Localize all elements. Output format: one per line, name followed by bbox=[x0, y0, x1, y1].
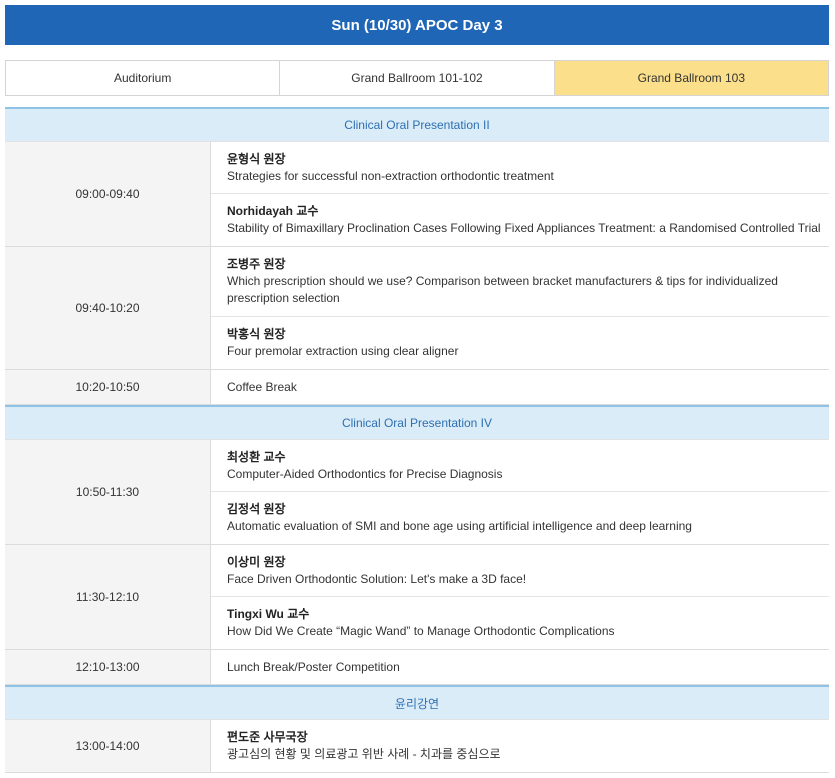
break-label: Coffee Break bbox=[227, 380, 297, 394]
speaker-name: Tingxi Wu 교수 bbox=[227, 607, 310, 621]
time-block: 13:00-14:00 편도준 사무국장 광고심의 현황 및 의료광고 위반 사… bbox=[5, 720, 829, 773]
talk-item: 조병주 원장 Which prescription should we use?… bbox=[211, 247, 829, 317]
time-slot: 12:10-13:00 bbox=[5, 650, 211, 684]
talk-title: Which prescription should we use? Compar… bbox=[227, 274, 778, 305]
time-block: 11:30-12:10 이상미 원장 Face Driven Orthodont… bbox=[5, 545, 829, 650]
time-slot: 13:00-14:00 bbox=[5, 720, 211, 772]
talk-item: Tingxi Wu 교수 How Did We Create “Magic Wa… bbox=[211, 597, 829, 649]
speaker-name: 편도준 사무국장 bbox=[227, 730, 308, 744]
session-header: Clinical Oral Presentation II bbox=[5, 107, 829, 142]
speaker-name: Norhidayah 교수 bbox=[227, 204, 319, 218]
time-slot: 09:40-10:20 bbox=[5, 247, 211, 369]
break-block: 10:20-10:50 Coffee Break bbox=[5, 370, 829, 405]
schedule-table: Clinical Oral Presentation II 09:00-09:4… bbox=[5, 107, 829, 773]
speaker-name: 조병주 원장 bbox=[227, 257, 286, 271]
time-block: 10:50-11:30 최성환 교수 Computer-Aided Orthod… bbox=[5, 440, 829, 545]
talk-item: 이상미 원장 Face Driven Orthodontic Solution:… bbox=[211, 545, 829, 597]
room-tabs: Auditorium Grand Ballroom 101-102 Grand … bbox=[5, 60, 829, 96]
day-title: Sun (10/30) APOC Day 3 bbox=[331, 16, 503, 34]
speaker-name: 김정석 원장 bbox=[227, 502, 286, 516]
speaker-name: 윤형식 원장 bbox=[227, 151, 286, 166]
talk-item: 최성환 교수 Computer-Aided Orthodontics for P… bbox=[211, 440, 829, 492]
talk-item: 김정석 원장 Automatic evaluation of SMI and b… bbox=[211, 492, 829, 544]
talk-item: 편도준 사무국장 광고심의 현황 및 의료광고 위반 사례 - 치과를 중심으로 bbox=[211, 720, 829, 772]
talk-title: Stability of Bimaxillary Proclination Ca… bbox=[227, 221, 821, 235]
tab-grand-ballroom-101-102[interactable]: Grand Ballroom 101-102 bbox=[280, 61, 555, 95]
day-header: Sun (10/30) APOC Day 3 bbox=[5, 5, 829, 45]
talk-item: Norhidayah 교수 Stability of Bimaxillary P… bbox=[211, 194, 829, 246]
talk-title: Face Driven Orthodontic Solution: Let's … bbox=[227, 571, 527, 586]
time-block: 09:40-10:20 조병주 원장 Which prescription sh… bbox=[5, 247, 829, 370]
talk-title: Strategies for successful non-extraction… bbox=[227, 168, 554, 183]
talk-item: 박홍식 원장 Four premolar extraction using cl… bbox=[211, 317, 829, 369]
time-block: 09:00-09:40 윤형식 원장 Strategies for succes… bbox=[5, 142, 829, 247]
time-slot: 11:30-12:10 bbox=[5, 545, 211, 649]
talk-title: How Did We Create “Magic Wand” to Manage… bbox=[227, 624, 615, 638]
tab-auditorium[interactable]: Auditorium bbox=[6, 61, 281, 95]
talk-title: Four premolar extraction using clear ali… bbox=[227, 344, 459, 358]
talk-item: 윤형식 원장 Strategies for successful non-ext… bbox=[211, 142, 829, 194]
session-header: 윤리강연 bbox=[5, 685, 829, 720]
talk-title: 광고심의 현황 및 의료광고 위반 사례 - 치과를 중심으로 bbox=[227, 747, 501, 761]
break-label: Lunch Break/Poster Competition bbox=[227, 660, 400, 674]
session-header: Clinical Oral Presentation IV bbox=[5, 405, 829, 440]
speaker-name: 이상미 원장 bbox=[227, 554, 286, 569]
time-slot: 09:00-09:40 bbox=[5, 142, 211, 246]
time-slot: 10:20-10:50 bbox=[5, 370, 211, 404]
time-slot: 10:50-11:30 bbox=[5, 440, 211, 544]
talk-title: Automatic evaluation of SMI and bone age… bbox=[227, 519, 692, 533]
break-block: 12:10-13:00 Lunch Break/Poster Competiti… bbox=[5, 650, 829, 685]
speaker-name: 박홍식 원장 bbox=[227, 327, 286, 341]
tab-grand-ballroom-103[interactable]: Grand Ballroom 103 bbox=[554, 61, 828, 95]
speaker-name: 최성환 교수 bbox=[227, 449, 286, 464]
talk-title: Computer-Aided Orthodontics for Precise … bbox=[227, 466, 503, 481]
